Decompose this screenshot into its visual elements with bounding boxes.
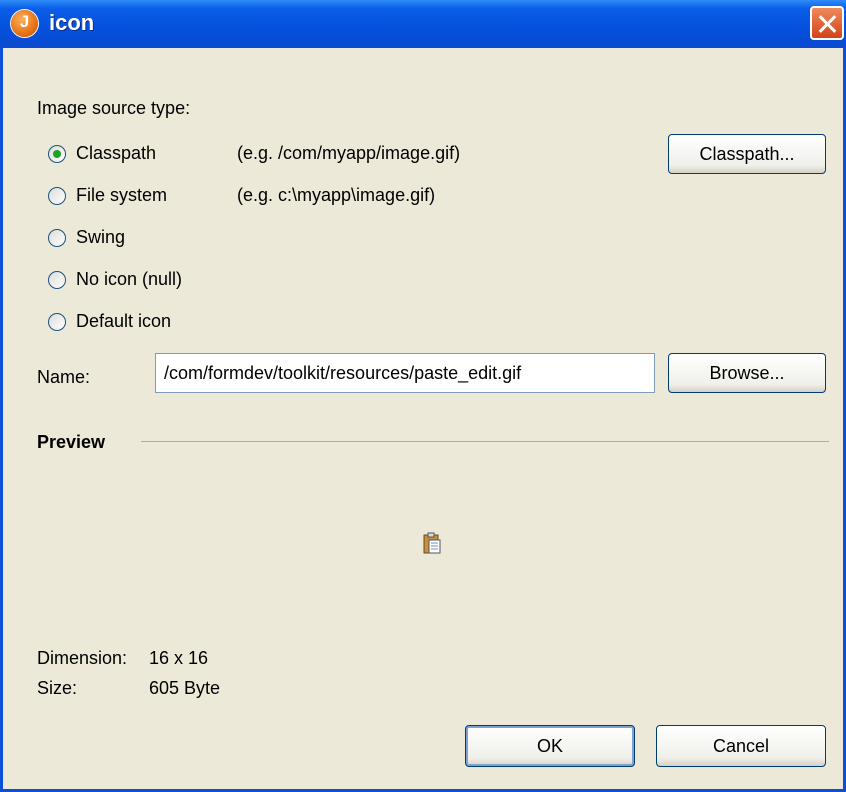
close-button[interactable] bbox=[810, 6, 844, 40]
source-type-heading: Image source type: bbox=[37, 98, 191, 118]
radio-swing[interactable] bbox=[48, 229, 66, 247]
radio-file-system-label[interactable]: File system bbox=[76, 185, 167, 206]
classpath-hint: (e.g. /com/myapp/image.gif) bbox=[237, 143, 461, 163]
ok-button[interactable]: OK bbox=[465, 725, 635, 767]
dialog-window: J icon Image source type: Classpath (e.g… bbox=[0, 0, 846, 792]
radio-default-icon-label[interactable]: Default icon bbox=[76, 311, 171, 332]
file-system-hint: (e.g. c:\myapp\image.gif) bbox=[237, 185, 436, 205]
radio-no-icon[interactable] bbox=[48, 271, 66, 289]
name-input[interactable]: /com/formdev/toolkit/resources/paste_edi… bbox=[155, 353, 655, 393]
preview-separator bbox=[141, 441, 829, 442]
app-icon-letter: J bbox=[19, 12, 30, 31]
preview-heading: Preview bbox=[37, 432, 106, 452]
title-bar[interactable]: J icon bbox=[0, 0, 846, 48]
size-label: Size: bbox=[37, 678, 78, 698]
radio-file-system[interactable] bbox=[48, 187, 66, 205]
radio-classpath-label[interactable]: Classpath bbox=[76, 143, 156, 164]
paste-icon bbox=[423, 532, 441, 554]
dimension-label: Dimension: bbox=[37, 648, 128, 668]
radio-default-icon[interactable] bbox=[48, 313, 66, 331]
classpath-button[interactable]: Classpath... bbox=[668, 134, 826, 174]
java-app-icon: J bbox=[11, 10, 38, 37]
radio-no-icon-label[interactable]: No icon (null) bbox=[76, 269, 182, 290]
dimension-value: 16 x 16 bbox=[149, 648, 209, 668]
radio-swing-label[interactable]: Swing bbox=[76, 227, 125, 248]
window-title: icon bbox=[49, 10, 95, 35]
name-label: Name: bbox=[37, 367, 91, 387]
cancel-button[interactable]: Cancel bbox=[656, 725, 826, 767]
radio-classpath[interactable] bbox=[48, 145, 66, 163]
browse-button[interactable]: Browse... bbox=[668, 353, 826, 393]
size-value: 605 Byte bbox=[149, 678, 221, 698]
